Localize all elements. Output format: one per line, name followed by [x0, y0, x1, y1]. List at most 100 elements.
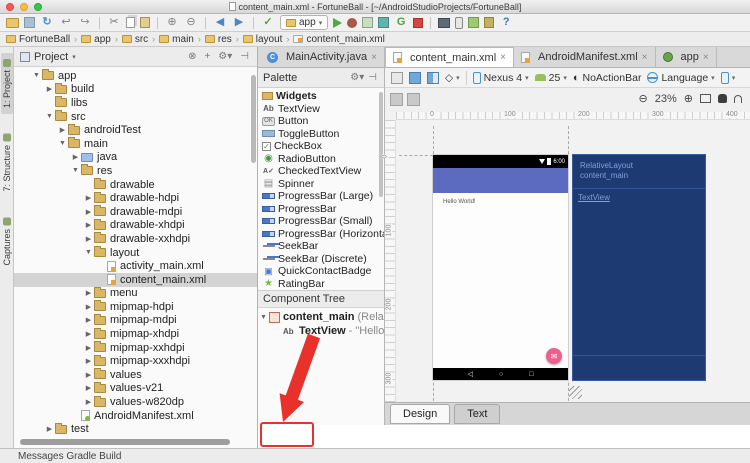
sdk-manager-icon[interactable]	[468, 17, 479, 28]
close-icon[interactable]: ×	[703, 52, 709, 63]
breadcrumb-item[interactable]: layout	[241, 34, 285, 45]
tree-item-mipmap-xxxhdpi[interactable]: ▶mipmap-xxxhdpi	[14, 354, 257, 368]
theme-dropdown[interactable]: ◐NoActionBar	[573, 72, 642, 84]
palette-item-QuickContactBadge[interactable]: ▣QuickContactBadge	[258, 265, 384, 278]
editor-tab-content-main-xml[interactable]: content_main.xml×	[385, 47, 514, 67]
mode-tab-text[interactable]: Text	[454, 404, 500, 424]
tree-item-drawable-hdpi[interactable]: ▶drawable-hdpi	[14, 191, 257, 205]
device-dropdown[interactable]: Nexus 4▾	[473, 72, 529, 84]
palette-hide-icon[interactable]: ⊣	[366, 72, 379, 83]
breadcrumb-item[interactable]: app	[79, 34, 113, 45]
project-view-dropdown[interactable]: ▾	[72, 53, 76, 61]
tree-item-res[interactable]: ▼res	[14, 164, 257, 178]
tree-item-mipmap-hdpi[interactable]: ▶mipmap-hdpi	[14, 300, 257, 314]
show-design-icon[interactable]	[391, 72, 403, 84]
blueprint-textview[interactable]: TextView	[578, 193, 610, 202]
tree-item-AndroidManifest-xml[interactable]: AndroidManifest.xml	[14, 409, 257, 423]
palette-item-Button[interactable]: OKButton	[258, 115, 384, 128]
orientation-dropdown[interactable]: ◇▾	[445, 72, 460, 84]
breadcrumb-item[interactable]: res	[203, 34, 234, 45]
show-both-icon[interactable]	[427, 72, 439, 84]
design-canvas[interactable]: 0100200300400 0100200300 6:00 Hello Wor	[385, 112, 750, 425]
show-blueprint-icon[interactable]	[409, 72, 421, 84]
tree-expand-icon[interactable]: ▼	[258, 314, 269, 321]
tree-item-values-v21[interactable]: ▶values-v21	[14, 382, 257, 396]
breadcrumb-item[interactable]: content_main.xml	[291, 34, 386, 45]
tree-expand-icon[interactable]: ▶	[83, 330, 94, 338]
tree-item-build[interactable]: ▶build	[14, 83, 257, 97]
variant-icon-2[interactable]	[407, 93, 420, 106]
tree-expand-icon[interactable]: ▶	[83, 316, 94, 324]
tree-item-libs[interactable]: libs	[14, 96, 257, 110]
tree-item-values[interactable]: ▶values	[14, 368, 257, 382]
zoom-out-button[interactable]: ⊖	[639, 92, 648, 105]
palette-item-ProgressBar-Horizontal-[interactable]: ProgressBar (Horizontal)	[258, 228, 384, 241]
run-coverage-icon[interactable]	[362, 17, 373, 28]
tree-item-androidTest[interactable]: ▶androidTest	[14, 123, 257, 137]
stop-icon[interactable]	[413, 18, 423, 28]
palette-item-SeekBar[interactable]: SeekBar	[258, 240, 384, 253]
tree-item-drawable-mdpi[interactable]: ▶drawable-mdpi	[14, 205, 257, 219]
tree-item-app[interactable]: ▼app	[14, 69, 257, 83]
canvas-resize-handle[interactable]	[569, 386, 582, 399]
editor-tab-AndroidManifest-xml[interactable]: AndroidManifest.xml×	[514, 47, 656, 67]
project-tree-horizontal-scrollbar[interactable]	[20, 439, 230, 445]
run-icon[interactable]	[333, 18, 342, 28]
palette-item-CheckedTextView[interactable]: A✓CheckedTextView	[258, 165, 384, 178]
editor-tab-app[interactable]: app×	[656, 47, 717, 67]
tree-expand-icon[interactable]: ▶	[83, 289, 94, 297]
locate-icon[interactable]: +	[202, 51, 212, 62]
palette-item-CheckBox[interactable]: ✓CheckBox	[258, 140, 384, 153]
breadcrumb-item[interactable]: main	[157, 34, 196, 45]
tool-strip-captures[interactable]: Captures	[1, 212, 13, 272]
tool-strip--structure[interactable]: 7: Structure	[1, 128, 13, 198]
zoom-in-button[interactable]: ⊕	[684, 92, 693, 105]
close-icon[interactable]: ×	[642, 52, 648, 63]
phone-preview[interactable]: 6:00 Hello World! ✉ ◁○□	[433, 155, 568, 380]
zoom-in-icon[interactable]: ⊕	[165, 16, 179, 30]
palette-item-ProgressBar[interactable]: ProgressBar	[258, 203, 384, 216]
tree-item-mipmap-xxhdpi[interactable]: ▶mipmap-xxhdpi	[14, 341, 257, 355]
palette-settings-gear-icon[interactable]: ⚙▾	[348, 72, 366, 83]
tree-expand-icon[interactable]: ▶	[83, 194, 94, 202]
tree-item-mipmap-xhdpi[interactable]: ▶mipmap-xhdpi	[14, 327, 257, 341]
palette-scrollbar[interactable]	[379, 92, 383, 197]
tree-expand-icon[interactable]: ▼	[31, 72, 42, 79]
project-tree-vertical-scrollbar[interactable]	[251, 75, 256, 163]
avd-manager-icon[interactable]	[455, 17, 463, 29]
locale-dropdown[interactable]: Language▾	[647, 72, 714, 84]
run-config-dropdown[interactable]: app▾	[280, 15, 328, 30]
palette-item-Spinner[interactable]: ▤Spinner	[258, 178, 384, 191]
tree-item-drawable[interactable]: drawable	[14, 178, 257, 192]
tool-strip--project[interactable]: 1: Project	[1, 53, 13, 114]
tree-item-menu[interactable]: ▶menu	[14, 287, 257, 301]
breadcrumb-item[interactable]: src	[120, 34, 150, 45]
tree-expand-icon[interactable]: ▶	[83, 398, 94, 406]
tree-expand-icon[interactable]: ▼	[83, 249, 94, 256]
attach-debugger-icon[interactable]	[484, 17, 494, 28]
save-icon[interactable]	[24, 17, 35, 28]
tree-item-activity-main-xml[interactable]: activity_main.xml	[14, 259, 257, 273]
tree-item-content-main-xml[interactable]: content_main.xml	[14, 273, 257, 287]
zoom-out-icon[interactable]: ⊖	[184, 16, 198, 30]
palette-item-ProgressBar-Large-[interactable]: ProgressBar (Large)	[258, 190, 384, 203]
zoom-to-fit-icon[interactable]	[700, 94, 711, 103]
palette-item-SeekBar-Discrete-[interactable]: SeekBar (Discrete)	[258, 253, 384, 266]
tree-item-test[interactable]: ▶test	[14, 422, 257, 436]
help-icon[interactable]: ?	[499, 16, 513, 30]
notifications-bell-icon[interactable]	[734, 95, 742, 103]
tree-expand-icon[interactable]: ▶	[83, 344, 94, 352]
make-project-icon[interactable]: ✓	[261, 16, 275, 30]
tree-item-layout[interactable]: ▼layout	[14, 246, 257, 260]
copy-icon[interactable]	[126, 17, 135, 28]
open-icon[interactable]	[6, 18, 19, 28]
paste-icon[interactable]	[140, 17, 150, 28]
editor-tab-MainActivity-java[interactable]: CMainActivity.java×	[260, 47, 385, 67]
tree-item-java[interactable]: ▶java	[14, 151, 257, 165]
api-level-dropdown[interactable]: 25▾	[535, 72, 567, 84]
tree-item-main[interactable]: ▼main	[14, 137, 257, 151]
tree-expand-icon[interactable]: ▶	[83, 208, 94, 216]
component-tree-item-content-main[interactable]: ▼content_main(RelativeLayout)	[258, 310, 384, 324]
tree-item-drawable-xhdpi[interactable]: ▶drawable-xhdpi	[14, 219, 257, 233]
sync-icon[interactable]: ↻	[40, 16, 54, 30]
